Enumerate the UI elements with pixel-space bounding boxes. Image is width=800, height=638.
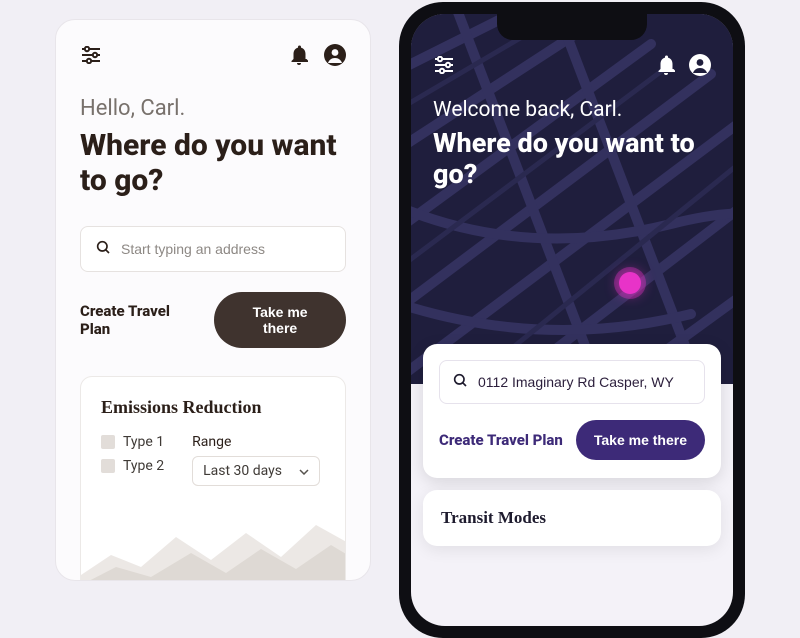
action-row: Create Travel Plan Take me there bbox=[439, 420, 705, 460]
emissions-heading: Emissions Reduction bbox=[101, 397, 325, 418]
light-mockup: Hello, Carl. Where do you want to go? Cr… bbox=[55, 19, 371, 581]
profile-avatar-icon[interactable] bbox=[324, 44, 346, 66]
take-me-there-button[interactable]: Take me there bbox=[214, 292, 346, 348]
search-icon bbox=[452, 372, 468, 392]
emissions-card: Emissions Reduction Type 1 Type 2 Range … bbox=[80, 376, 346, 581]
profile-avatar-icon[interactable] bbox=[689, 54, 711, 76]
notification-bell-icon[interactable] bbox=[288, 44, 310, 66]
address-search[interactable] bbox=[80, 226, 346, 272]
dark-phone-frame: Welcome back, Carl. Where do you want to… bbox=[399, 2, 745, 638]
legend-swatch-icon bbox=[101, 459, 115, 473]
settings-sliders-icon[interactable] bbox=[80, 44, 102, 66]
create-travel-plan-link[interactable]: Create Travel Plan bbox=[80, 302, 202, 338]
search-sheet: Create Travel Plan Take me there bbox=[423, 344, 721, 478]
legend-label: Type 1 bbox=[123, 434, 164, 450]
range-value: Last 30 days bbox=[203, 463, 282, 479]
topbar bbox=[433, 54, 711, 76]
take-me-there-button[interactable]: Take me there bbox=[576, 420, 705, 460]
chevron-down-icon bbox=[299, 463, 309, 479]
emissions-controls: Type 1 Type 2 Range Last 30 days bbox=[101, 434, 325, 486]
topbar bbox=[80, 44, 346, 66]
address-input[interactable] bbox=[478, 374, 692, 390]
page-title: Where do you want to go? bbox=[433, 128, 711, 190]
legend-swatch-icon bbox=[101, 435, 115, 449]
create-travel-plan-link[interactable]: Create Travel Plan bbox=[439, 431, 563, 449]
search-icon bbox=[95, 239, 111, 259]
settings-sliders-icon[interactable] bbox=[433, 54, 455, 76]
phone-notch bbox=[497, 14, 647, 40]
legend-item[interactable]: Type 2 bbox=[101, 458, 164, 474]
greeting-text: Welcome back, Carl. bbox=[433, 98, 711, 122]
transit-heading: Transit Modes bbox=[441, 508, 703, 528]
page-title: Where do you want to go? bbox=[80, 129, 346, 198]
greeting-text: Hello, Carl. bbox=[80, 96, 346, 121]
notification-bell-icon[interactable] bbox=[655, 54, 677, 76]
transit-modes-card: Transit Modes bbox=[423, 490, 721, 546]
phone-screen: Welcome back, Carl. Where do you want to… bbox=[411, 14, 733, 626]
emissions-chart bbox=[81, 505, 346, 581]
location-pin-icon[interactable] bbox=[619, 272, 641, 294]
address-search[interactable] bbox=[439, 360, 705, 404]
range-select[interactable]: Last 30 days bbox=[192, 456, 320, 486]
action-row: Create Travel Plan Take me there bbox=[80, 292, 346, 348]
legend-item[interactable]: Type 1 bbox=[101, 434, 164, 450]
range-label: Range bbox=[192, 434, 320, 450]
legend-label: Type 2 bbox=[123, 458, 164, 474]
address-input[interactable] bbox=[121, 241, 331, 257]
